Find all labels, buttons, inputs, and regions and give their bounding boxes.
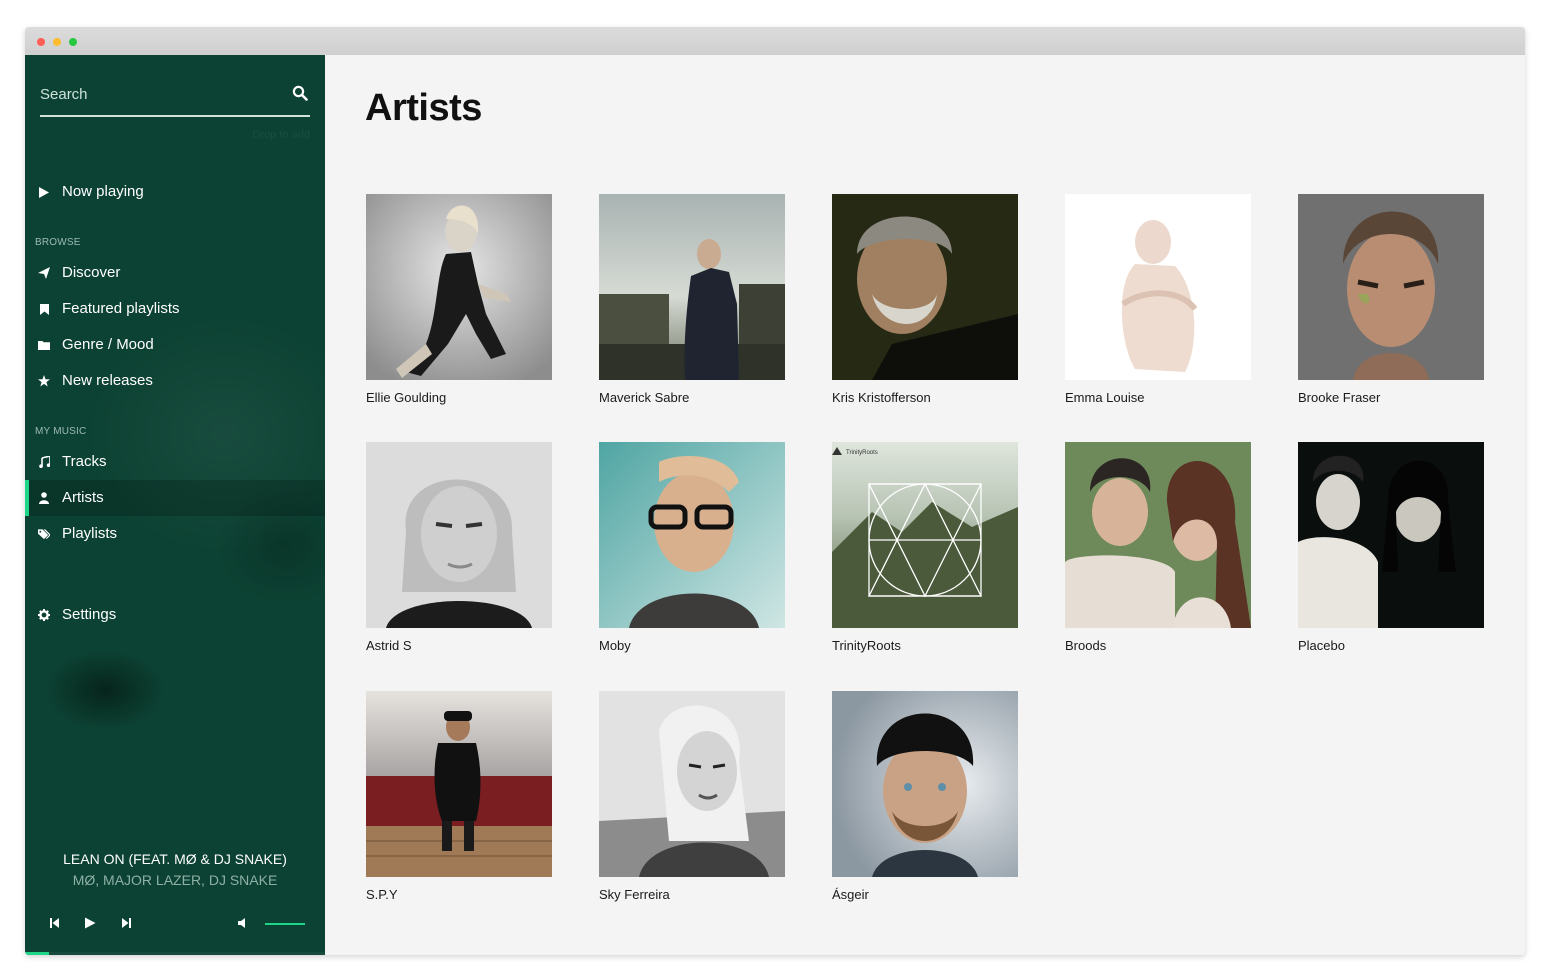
send-icon bbox=[38, 267, 50, 279]
artist-image[interactable] bbox=[599, 194, 785, 380]
star-icon bbox=[38, 375, 50, 387]
app-window: Search Drop to add Now playing BROWSE Di… bbox=[25, 27, 1525, 955]
sidebar-item-label: Discover bbox=[62, 264, 121, 281]
artist-name[interactable]: Sky Ferreira bbox=[599, 887, 670, 902]
volume-icon bbox=[238, 918, 245, 928]
sidebar-item-playlists[interactable]: Playlists bbox=[25, 516, 325, 552]
sidebar-item-settings[interactable]: Settings bbox=[25, 597, 325, 633]
artist-name[interactable]: Emma Louise bbox=[1065, 390, 1144, 405]
next-icon bbox=[122, 918, 131, 928]
artist-image[interactable] bbox=[832, 194, 1018, 380]
maximize-window-button[interactable] bbox=[69, 38, 77, 46]
artist-name[interactable]: Ásgeir bbox=[832, 887, 869, 902]
search-bar[interactable]: Search bbox=[40, 81, 310, 117]
artist-name[interactable]: Brooke Fraser bbox=[1298, 390, 1380, 405]
artist-image[interactable] bbox=[366, 691, 552, 877]
artist-image[interactable] bbox=[599, 691, 785, 877]
sidebar-item-label: Tracks bbox=[62, 453, 107, 470]
drop-hint: Drop to add bbox=[252, 129, 310, 141]
main-content: Artists Ellie Goulding Maverick Sabre Kr… bbox=[325, 55, 1525, 955]
artist-name[interactable]: Kris Kristofferson bbox=[832, 390, 931, 405]
previous-icon bbox=[50, 918, 59, 928]
now-playing-artist: MØ, MAJOR LAZER, DJ SNAKE bbox=[72, 872, 278, 888]
tags-icon bbox=[38, 528, 50, 540]
sidebar-item-featured-playlists[interactable]: Featured playlists bbox=[25, 291, 325, 327]
playback-progress-bar[interactable] bbox=[25, 952, 325, 955]
sidebar-item-artists[interactable]: Artists bbox=[25, 480, 325, 516]
playback-progress-fill bbox=[25, 952, 49, 955]
artist-image[interactable] bbox=[366, 194, 552, 380]
artist-image[interactable] bbox=[832, 691, 1018, 877]
sidebar-item-label: Genre / Mood bbox=[62, 336, 154, 353]
sidebar-item-genre-mood[interactable]: Genre / Mood bbox=[25, 327, 325, 363]
page-title: Artists bbox=[365, 87, 482, 129]
volume-button[interactable] bbox=[235, 915, 251, 931]
artist-image[interactable] bbox=[366, 442, 552, 628]
now-playing-title: LEAN ON (FEAT. MØ & DJ SNAKE) bbox=[63, 851, 287, 867]
artist-image[interactable] bbox=[1065, 194, 1251, 380]
play-button[interactable] bbox=[82, 915, 98, 931]
sidebar-item-now-playing[interactable]: Now playing bbox=[25, 174, 325, 210]
artist-image[interactable] bbox=[599, 442, 785, 628]
browse-section-label: BROWSE bbox=[35, 237, 81, 248]
artist-name[interactable]: Astrid S bbox=[366, 638, 412, 653]
artist-image[interactable] bbox=[1298, 442, 1484, 628]
gear-icon bbox=[38, 609, 50, 621]
artist-name[interactable]: TrinityRoots bbox=[832, 638, 901, 653]
user-icon bbox=[38, 492, 50, 504]
next-button[interactable] bbox=[118, 915, 134, 931]
search-input[interactable]: Search bbox=[40, 86, 88, 103]
artist-name[interactable]: Placebo bbox=[1298, 638, 1345, 653]
sidebar-item-label: New releases bbox=[62, 372, 153, 389]
artist-name[interactable]: S.P.Y bbox=[366, 887, 398, 902]
artist-name[interactable]: Maverick Sabre bbox=[599, 390, 689, 405]
sidebar-item-tracks[interactable]: Tracks bbox=[25, 444, 325, 480]
artist-image[interactable]: TrinityRoots bbox=[832, 442, 1018, 628]
bookmark-icon bbox=[38, 303, 50, 315]
volume-slider[interactable] bbox=[265, 923, 305, 925]
artist-name[interactable]: Moby bbox=[599, 638, 631, 653]
sidebar-item-label: Featured playlists bbox=[62, 300, 180, 317]
my-music-section-label: MY MUSIC bbox=[35, 426, 87, 437]
play-icon bbox=[38, 186, 50, 198]
previous-button[interactable] bbox=[47, 915, 63, 931]
folder-icon bbox=[38, 339, 50, 351]
artist-name[interactable]: Ellie Goulding bbox=[366, 390, 446, 405]
minimize-window-button[interactable] bbox=[53, 38, 61, 46]
music-note-icon bbox=[38, 456, 50, 468]
artist-name[interactable]: Broods bbox=[1065, 638, 1106, 653]
artist-image[interactable] bbox=[1298, 194, 1484, 380]
sidebar-item-discover[interactable]: Discover bbox=[25, 255, 325, 291]
play-icon bbox=[85, 917, 96, 929]
sidebar-item-label: Artists bbox=[62, 489, 104, 506]
artist-image[interactable] bbox=[1065, 442, 1251, 628]
search-icon[interactable] bbox=[292, 85, 308, 101]
cover-text: TrinityRoots bbox=[846, 450, 878, 456]
sidebar-item-new-releases[interactable]: New releases bbox=[25, 363, 325, 399]
sidebar: Search Drop to add Now playing BROWSE Di… bbox=[25, 55, 325, 955]
sidebar-item-label: Settings bbox=[62, 606, 117, 623]
title-bar bbox=[25, 27, 1525, 55]
close-window-button[interactable] bbox=[37, 38, 45, 46]
sidebar-item-label: Now playing bbox=[62, 183, 144, 200]
sidebar-item-label: Playlists bbox=[62, 525, 118, 542]
